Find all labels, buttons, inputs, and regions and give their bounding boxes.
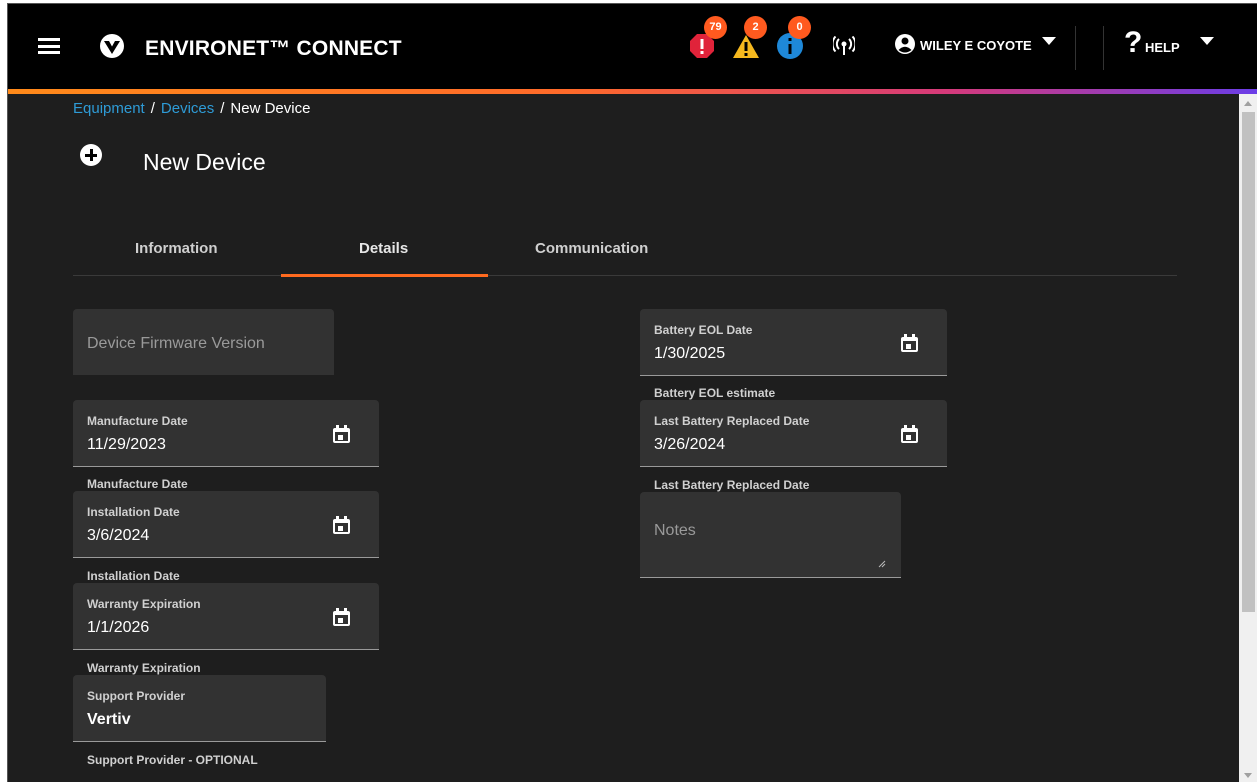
firmware-version-field[interactable]: Device Firmware Version: [73, 309, 334, 375]
notes-placeholder: Notes: [654, 522, 696, 539]
divider: [1103, 26, 1104, 70]
user-icon[interactable]: [894, 33, 916, 55]
warranty-expiration-hint: Warranty Expiration: [87, 661, 201, 675]
tab-communication[interactable]: Communication: [535, 240, 648, 257]
installation-date-field[interactable]: Installation Date 3/6/2024: [73, 491, 379, 558]
calendar-icon[interactable]: [332, 608, 351, 627]
signal-icon[interactable]: [833, 36, 855, 56]
calendar-icon[interactable]: [900, 425, 919, 444]
manufacture-date-label: Manufacture Date: [87, 414, 188, 428]
info-alarms[interactable]: 0: [776, 16, 811, 60]
divider: [1075, 26, 1076, 70]
last-battery-replaced-hint: Last Battery Replaced Date: [654, 478, 810, 492]
manufacture-date-value: 11/29/2023: [87, 436, 166, 453]
tab-information[interactable]: Information: [135, 240, 218, 257]
scrollbar-thumb[interactable]: [1242, 112, 1255, 612]
notes-textarea[interactable]: Notes: [640, 492, 901, 578]
scroll-down-arrow-icon[interactable]: [1244, 773, 1252, 778]
user-menu[interactable]: WILEY E COYOTE: [920, 38, 1032, 53]
calendar-icon[interactable]: [332, 516, 351, 535]
breadcrumb-current: New Device: [230, 100, 311, 117]
breadcrumb-separator: /: [220, 100, 225, 117]
help-icon[interactable]: ?: [1124, 26, 1142, 60]
vertiv-logo-icon[interactable]: [100, 34, 124, 58]
manufacture-date-hint: Manufacture Date: [87, 477, 188, 491]
header-accent-bar: [8, 89, 1257, 94]
tab-details[interactable]: Details: [359, 240, 408, 257]
battery-eol-date-field[interactable]: Battery EOL Date 1/30/2025: [640, 309, 947, 376]
breadcrumb-devices-link[interactable]: Devices: [161, 100, 214, 117]
breadcrumb: Equipment / Devices / New Device: [73, 100, 310, 117]
critical-alarms[interactable]: 79: [688, 16, 727, 60]
warning-count-badge: 2: [744, 16, 767, 39]
support-provider-field[interactable]: Support Provider Vertiv: [73, 675, 326, 742]
help-menu[interactable]: HELP: [1145, 40, 1180, 55]
plus-circle-icon: [80, 144, 102, 166]
installation-date-hint: Installation Date: [87, 569, 180, 583]
battery-eol-date-label: Battery EOL Date: [654, 323, 753, 337]
help-chevron-down-icon[interactable]: [1200, 37, 1214, 45]
warranty-expiration-field[interactable]: Warranty Expiration 1/1/2026: [73, 583, 379, 650]
manufacture-date-field[interactable]: Manufacture Date 11/29/2023: [73, 400, 379, 467]
warranty-expiration-label: Warranty Expiration: [87, 597, 201, 611]
support-provider-label: Support Provider: [87, 689, 186, 703]
app-window: ENVIRONET™ CONNECT 79 2 0 WILEY E COYOTE…: [7, 3, 1257, 782]
calendar-icon[interactable]: [900, 334, 919, 353]
info-count-badge: 0: [788, 16, 811, 39]
breadcrumb-separator: /: [150, 100, 155, 117]
warning-alarms[interactable]: 2: [732, 16, 767, 60]
last-battery-replaced-field[interactable]: Last Battery Replaced Date 3/26/2024: [640, 400, 947, 467]
vertical-scrollbar[interactable]: [1239, 94, 1257, 782]
installation-date-label: Installation Date: [87, 505, 180, 519]
support-provider-value: Vertiv: [87, 711, 131, 728]
brand-title[interactable]: ENVIRONET™ CONNECT: [145, 37, 402, 61]
battery-eol-date-value: 1/30/2025: [654, 345, 726, 362]
firmware-version-placeholder: Device Firmware Version: [87, 335, 265, 352]
top-bar: ENVIRONET™ CONNECT 79 2 0 WILEY E COYOTE…: [8, 4, 1257, 89]
installation-date-value: 3/6/2024: [87, 527, 150, 544]
scroll-up-arrow-icon[interactable]: [1244, 101, 1252, 106]
last-battery-replaced-value: 3/26/2024: [654, 436, 726, 453]
page-title: New Device: [143, 149, 266, 175]
breadcrumb-equipment-link[interactable]: Equipment: [73, 100, 145, 117]
calendar-icon[interactable]: [332, 425, 351, 444]
support-provider-hint: Support Provider - OPTIONAL: [87, 753, 258, 767]
last-battery-replaced-label: Last Battery Replaced Date: [654, 414, 810, 428]
tab-divider: [73, 275, 1177, 276]
resize-handle-icon[interactable]: [878, 560, 886, 568]
battery-eol-hint: Battery EOL estimate: [654, 386, 776, 400]
menu-icon[interactable]: [38, 38, 60, 54]
warranty-expiration-value: 1/1/2026: [87, 619, 150, 636]
critical-count-badge: 79: [704, 16, 727, 39]
user-chevron-down-icon[interactable]: [1042, 37, 1056, 45]
tab-active-indicator: [281, 274, 488, 277]
